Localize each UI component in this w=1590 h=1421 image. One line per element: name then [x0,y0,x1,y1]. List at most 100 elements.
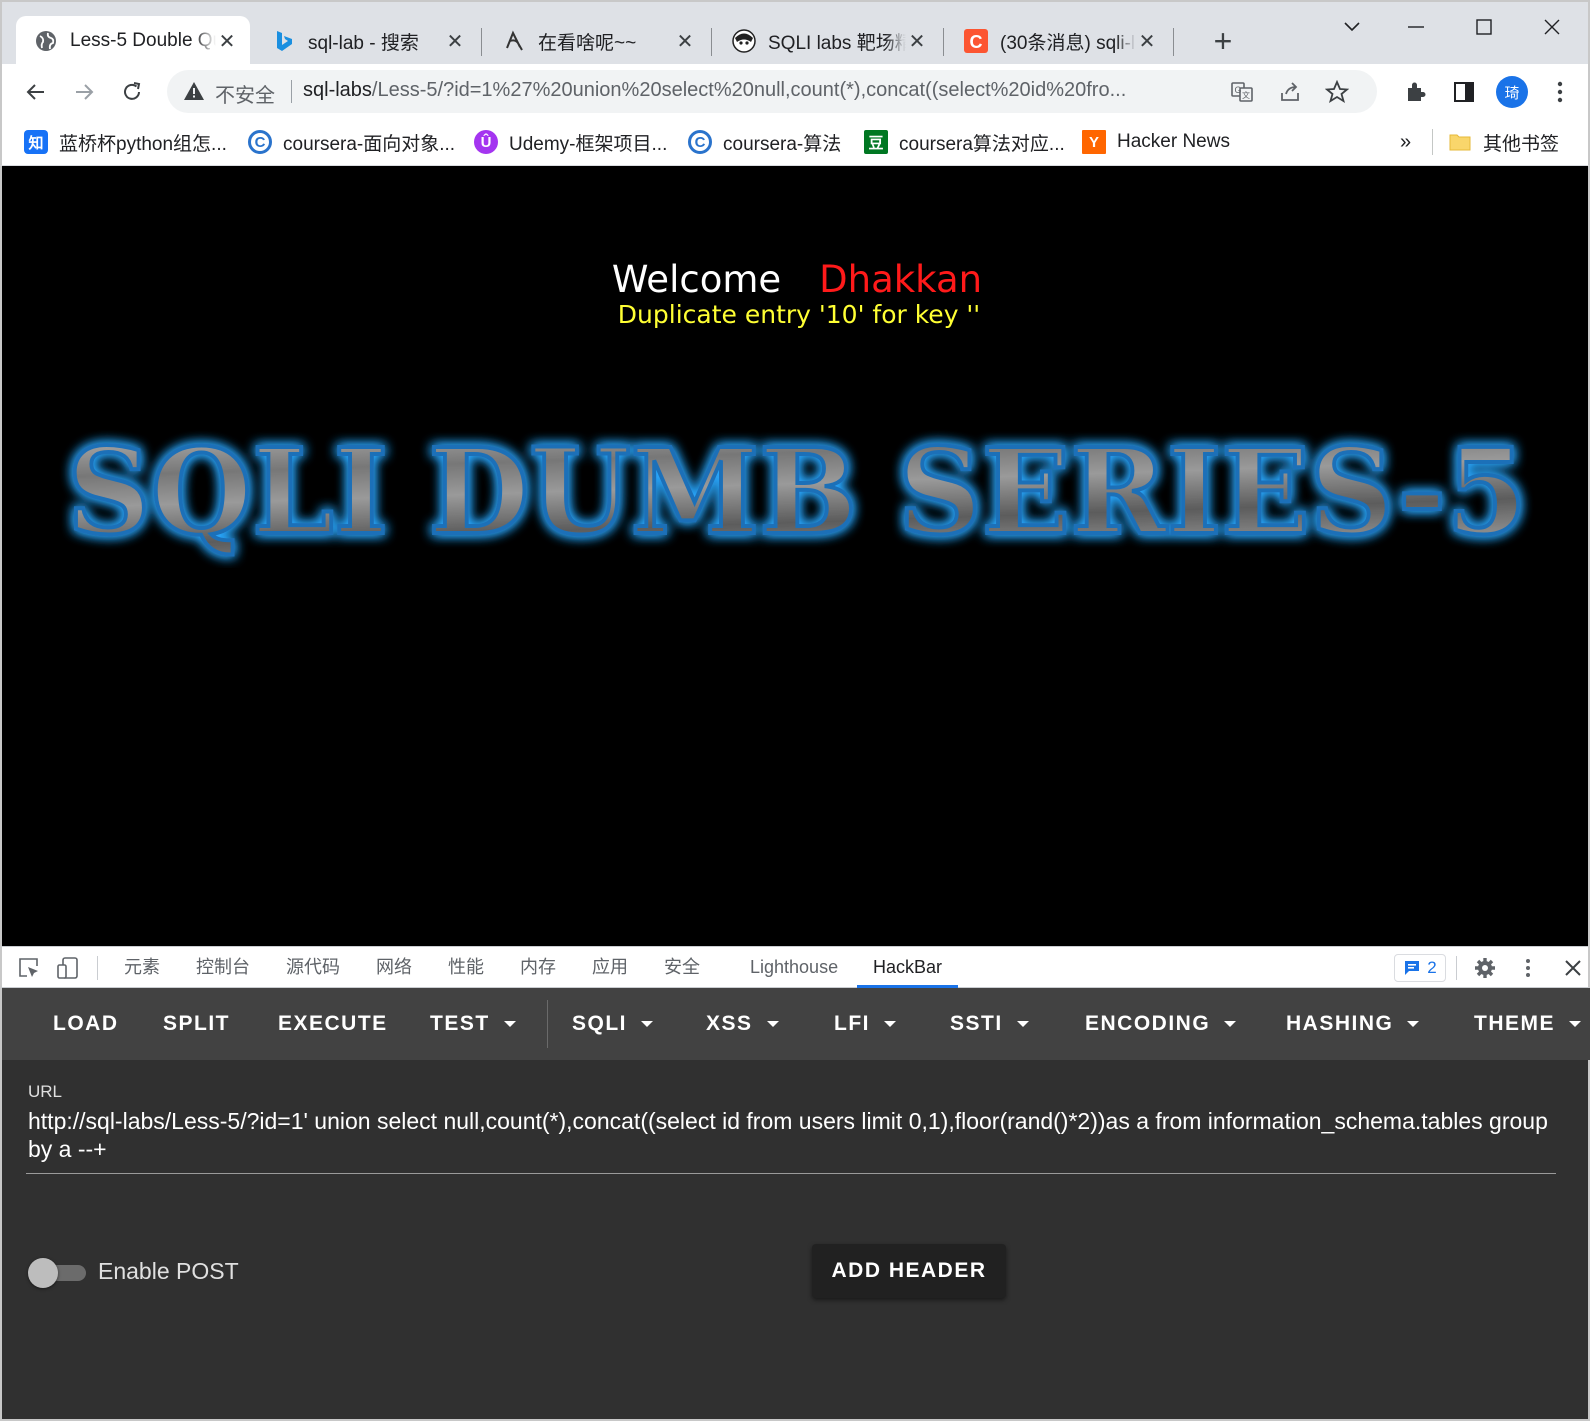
welcome-text: Welcome [611,258,782,301]
devtools-separator [97,956,98,980]
bookmark-label: Hacker News [1117,131,1230,152]
enable-post-label[interactable]: Enable POST [98,1258,239,1285]
omnibox-separator [291,80,292,103]
other-bookmarks-label: 其他书签 [1483,133,1560,155]
bookmark-label: Udemy-框架项目... [509,133,668,155]
devtools-tab-security[interactable]: 安全 [664,947,700,988]
warning-icon[interactable] [183,80,207,104]
share-icon[interactable] [1277,79,1303,105]
hackbar-xss-menu[interactable]: XSS [706,988,779,1060]
url-field-underline [26,1173,1556,1174]
devtools-menu-kebab-icon[interactable] [1515,955,1541,981]
menu-kebab-icon[interactable] [1544,76,1576,108]
toggle-knob [28,1258,58,1288]
issues-badge[interactable]: 2 [1394,954,1446,982]
sql-error-message: Duplicate entry '10' for key '' [617,300,981,329]
tab-csdn[interactable]: C (30条消息) sqli-labs ✕ [946,16,1170,66]
bookmark-item[interactable]: Y Hacker News [1082,127,1230,157]
tab-title: SQLI labs 靶场精简学习记录 [768,32,906,54]
bookmarks-overflow-icon[interactable]: » [1400,127,1411,157]
devtools-tab-hackbar[interactable]: HackBar [857,947,959,988]
menu-label: ENCODING [1085,1012,1211,1035]
menu-label: SQLI [572,1012,628,1035]
close-tab-icon[interactable]: ✕ [906,30,928,53]
devtools-tab-sources[interactable]: 源代码 [286,947,340,988]
caret-down-icon [1016,1021,1029,1027]
bookmark-label: 蓝桥杯python组怎... [59,133,227,155]
forward-arrow-icon[interactable] [68,76,100,108]
side-panel-icon[interactable] [1448,76,1480,108]
hackbar-split-button[interactable]: SPLIT [163,988,230,1060]
enable-post-toggle[interactable] [28,1256,86,1288]
hackbar-encoding-menu[interactable]: ENCODING [1085,988,1237,1060]
bookmark-item[interactable]: 知 蓝桥杯python组怎... [24,127,227,157]
csdn-icon: C [964,29,988,53]
tab-title: sql-lab - 搜索 [308,32,419,54]
bookmark-item[interactable]: C coursera-算法 [688,127,841,157]
avatar-icon [732,29,756,53]
bookmark-item[interactable]: C coursera-面向对象... [248,127,455,157]
url-textarea[interactable]: http://sql-labs/Less-5/?id=1' union sele… [28,1107,1558,1163]
close-tab-icon[interactable]: ✕ [216,30,238,53]
menu-label: SSTI [950,1012,1003,1035]
hackbar-theme-menu[interactable]: THEME [1474,988,1581,1060]
coursera-icon: C [248,130,272,154]
tab-search-chevron-icon[interactable] [1332,12,1372,42]
coursera-icon: C [688,130,712,154]
back-arrow-icon[interactable] [20,76,52,108]
reload-icon[interactable] [116,76,148,108]
svg-text:文: 文 [1242,90,1250,100]
menu-label: TEST [430,1012,490,1035]
tab-separator [943,28,944,56]
tab-sqli-labs-notes[interactable]: SQLI labs 靶场精简学习记录 ✕ [714,16,940,66]
close-devtools-icon[interactable] [1560,955,1586,981]
minimize-icon[interactable] [1396,12,1436,42]
security-label[interactable]: 不安全 [215,79,275,108]
hackbar-lfi-menu[interactable]: LFI [834,988,896,1060]
caret-down-icon [884,1021,896,1027]
menu-label: THEME [1474,1012,1555,1035]
menu-label: XSS [706,1012,753,1035]
hackbar-load-button[interactable]: LOAD [53,988,119,1060]
extensions-puzzle-icon[interactable] [1400,76,1432,108]
devtools-tab-performance[interactable]: 性能 [448,947,484,988]
hackbar-hashing-menu[interactable]: HASHING [1286,988,1420,1060]
close-tab-icon[interactable]: ✕ [444,30,466,53]
address-bar[interactable]: 不安全 sql-labs/Less-5/?id=1%27%20union%20s… [167,70,1377,113]
add-header-button[interactable]: ADD HEADER [812,1244,1006,1298]
bookmark-item[interactable]: 豆 coursera算法对应... [864,127,1065,157]
devtools-tab-memory[interactable]: 内存 [520,947,556,988]
url-text[interactable]: sql-labs/Less-5/?id=1%27%20union%20selec… [303,79,1313,102]
tab-yuque[interactable]: 在看啥呢~~ ✕ [484,16,708,66]
devtools-tab-lighthouse[interactable]: Lighthouse [750,947,838,988]
bookmark-item[interactable]: Û Udemy-框架项目... [474,127,667,157]
devtools-tab-elements[interactable]: 元素 [124,947,160,988]
hackbar-ssti-menu[interactable]: SSTI [950,988,1029,1060]
bookmarks-bar: 知 蓝桥杯python组怎... C coursera-面向对象... Û Ud… [0,119,1590,166]
hackbar-sqli-menu[interactable]: SQLI [572,988,654,1060]
devtools-tab-console[interactable]: 控制台 [196,947,250,988]
bing-icon [272,29,296,53]
message-icon [1405,961,1420,975]
device-toolbar-icon[interactable] [55,955,81,981]
profile-avatar[interactable]: 琦 [1496,76,1528,108]
close-window-icon[interactable] [1532,12,1572,42]
maximize-icon[interactable] [1464,12,1504,42]
new-tab-button[interactable]: + [1207,25,1239,58]
other-bookmarks[interactable]: 其他书签 [1448,127,1559,157]
svg-text:C: C [970,32,983,52]
settings-gear-icon[interactable] [1472,955,1498,981]
tab-sql-lab-search[interactable]: sql-lab - 搜索 ✕ [254,16,478,66]
devtools-tab-network[interactable]: 网络 [376,947,412,988]
close-tab-icon[interactable]: ✕ [1136,30,1158,53]
hackbar-execute-button[interactable]: EXECUTE [278,988,388,1060]
devtools-tab-application[interactable]: 应用 [592,947,628,988]
zhihu-icon: 知 [24,130,48,154]
bookmark-star-icon[interactable] [1324,79,1350,105]
inspect-element-icon[interactable] [16,955,42,981]
caret-down-icon [641,1021,654,1027]
translate-icon[interactable]: G文 [1229,79,1255,105]
hackbar-test-menu[interactable]: TEST [430,988,516,1060]
tab-less5[interactable]: Less-5 Double Query- Error Based- String… [16,16,250,66]
close-tab-icon[interactable]: ✕ [674,30,696,53]
